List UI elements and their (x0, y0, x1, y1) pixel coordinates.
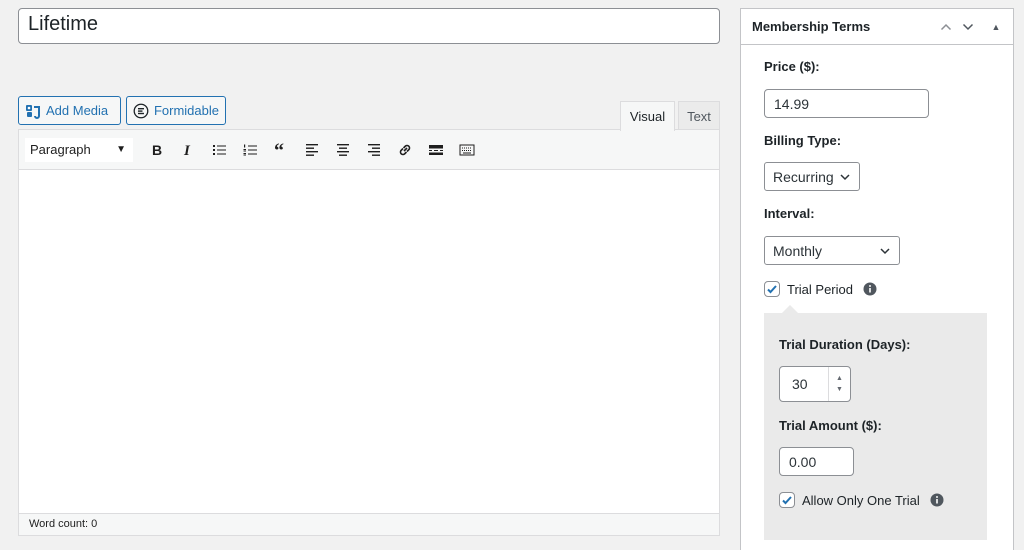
tab-text[interactable]: Text (678, 101, 720, 130)
toolbar-toggle-icon (459, 144, 474, 155)
italic-button[interactable]: I (172, 136, 203, 164)
collapse-triangle-icon: ▲ (991, 21, 1001, 32)
chevron-down-icon (962, 23, 974, 30)
one-trial-checkbox-row: Allow Only One Trial (779, 492, 944, 508)
word-count: Word count: 0 (19, 513, 719, 535)
bulleted-list-button[interactable] (203, 136, 234, 164)
formidable-label: Formidable (153, 103, 219, 118)
bold-icon: B (152, 142, 162, 158)
svg-text:I: I (183, 143, 191, 158)
interval-label: Interval: (764, 206, 815, 221)
numbered-list-button[interactable] (234, 136, 265, 164)
chevron-down-icon (840, 173, 850, 180)
blockquote-icon: “ (274, 142, 284, 158)
trial-amount-input[interactable]: 0.00 (779, 447, 854, 476)
trial-duration-input[interactable]: 30 ▲ ▼ (779, 366, 851, 402)
numbered-list-icon (243, 144, 257, 155)
interval-select[interactable]: Monthly (764, 236, 900, 265)
add-media-label: Add Media (46, 103, 109, 118)
formidable-button[interactable]: Formidable (126, 96, 226, 125)
dropdown-arrow-icon: ▼ (116, 144, 126, 155)
link-icon (399, 144, 410, 155)
number-stepper[interactable]: ▲ ▼ (828, 367, 850, 401)
billing-type-label: Billing Type: (764, 133, 842, 148)
trial-period-checkbox-row: Trial Period (764, 281, 877, 297)
editor-content-area[interactable] (19, 170, 719, 513)
bulleted-list-icon (212, 144, 226, 155)
trial-period-checkbox[interactable] (764, 281, 780, 297)
svg-text:B: B (152, 142, 162, 158)
panel-header: Membership Terms ▲ (741, 9, 1013, 45)
price-input[interactable]: 14.99 (764, 89, 929, 118)
format-select-value: Paragraph (30, 142, 91, 157)
trial-box-pointer (782, 305, 798, 313)
checkmark-icon (782, 496, 792, 505)
info-icon[interactable] (930, 493, 944, 507)
trial-duration-value: 30 (792, 376, 808, 392)
link-button[interactable] (389, 136, 420, 164)
trial-period-label: Trial Period (787, 281, 853, 297)
editor-toolbar: Paragraph ▼ B I “ (19, 130, 719, 170)
format-select[interactable]: Paragraph ▼ (25, 137, 133, 162)
chevron-up-icon (940, 23, 952, 30)
one-trial-label: Allow Only One Trial (802, 492, 920, 508)
blockquote-button[interactable]: “ (265, 136, 296, 164)
content-editor: Paragraph ▼ B I “ Word count: 0 (18, 129, 720, 536)
move-up-button[interactable] (935, 16, 957, 38)
align-right-icon (367, 143, 380, 156)
align-right-button[interactable] (358, 136, 389, 164)
add-media-button[interactable]: Add Media (18, 96, 121, 125)
post-title-input[interactable]: Lifetime (18, 8, 720, 44)
align-center-icon (336, 143, 349, 156)
trial-duration-label: Trial Duration (Days): (779, 337, 911, 352)
billing-type-select[interactable]: Recurring (764, 162, 860, 191)
formidable-icon (133, 103, 149, 118)
read-more-icon (428, 144, 443, 155)
tab-visual[interactable]: Visual (620, 101, 675, 131)
align-left-button[interactable] (296, 136, 327, 164)
billing-type-value: Recurring (773, 168, 834, 185)
panel-title: Membership Terms (752, 19, 871, 34)
toolbar-toggle-button[interactable] (451, 136, 482, 164)
trial-amount-label: Trial Amount ($): (779, 418, 882, 433)
stepper-down-icon[interactable]: ▼ (836, 386, 843, 393)
stepper-up-icon[interactable]: ▲ (836, 375, 843, 382)
align-center-button[interactable] (327, 136, 358, 164)
info-icon[interactable] (863, 282, 877, 296)
interval-value: Monthly (773, 242, 823, 259)
media-icon (26, 104, 40, 119)
checkmark-icon (767, 285, 777, 294)
align-left-icon (305, 143, 318, 156)
toggle-panel-button[interactable]: ▲ (985, 16, 1007, 38)
bold-button[interactable]: B (141, 136, 172, 164)
read-more-button[interactable] (420, 136, 451, 164)
chevron-down-icon (880, 247, 890, 254)
price-label: Price ($): (764, 59, 820, 74)
move-down-button[interactable] (957, 16, 979, 38)
svg-text:“: “ (274, 142, 284, 158)
italic-icon: I (183, 143, 191, 158)
one-trial-checkbox[interactable] (779, 492, 795, 508)
